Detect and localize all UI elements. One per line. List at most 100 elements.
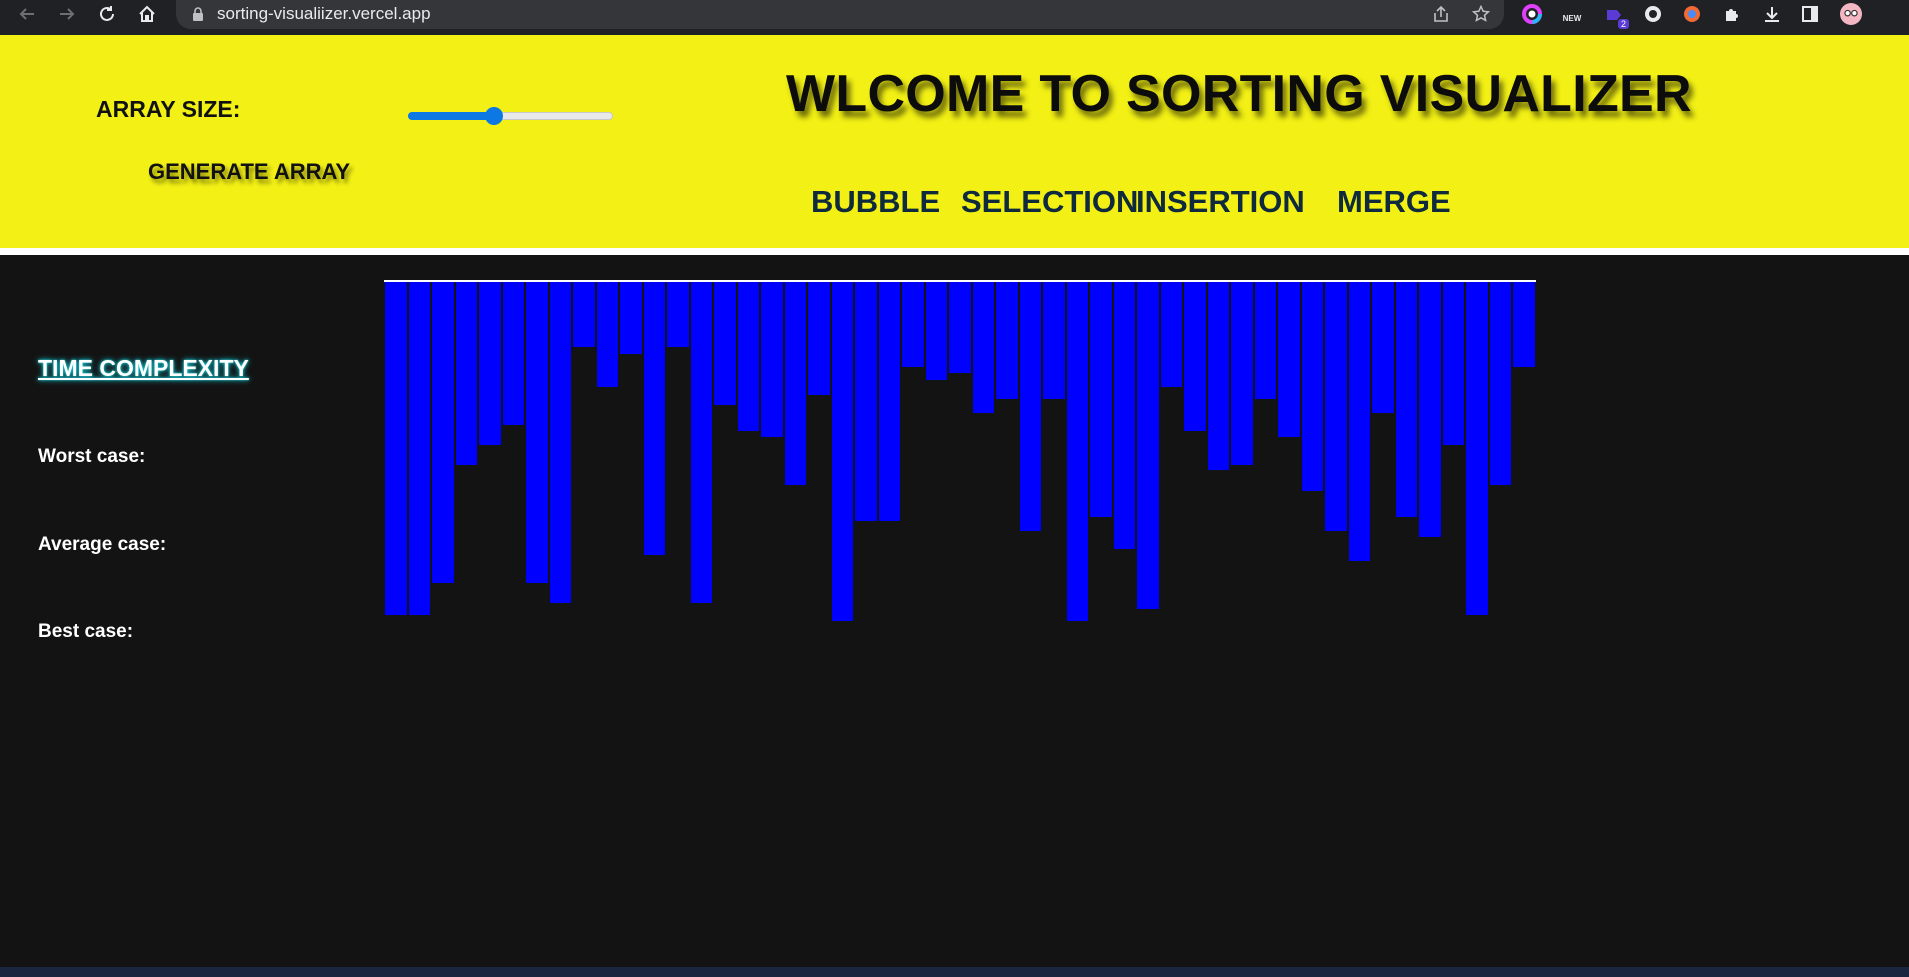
extensions-menu-button[interactable] [1721,3,1743,25]
extension-count-badge: 2 [1617,19,1629,29]
array-bar [1301,282,1324,491]
share-button[interactable] [1429,2,1453,26]
side-panel-icon [1802,6,1818,22]
array-bar [479,282,501,445]
array-bar [949,282,971,373]
new-badge-text: NEW [1562,13,1582,23]
array-bar [1113,282,1136,549]
array-bar [925,282,948,380]
array-bar [455,282,478,465]
worst-case-label: Worst case: [38,446,146,467]
array-bar [761,282,783,437]
os-taskbar [0,967,1909,977]
address-bar[interactable]: sorting-visualiizer.vercel.app [176,0,1504,29]
time-complexity-heading: TIME COMPLEXITY [38,355,249,381]
home-icon [139,5,155,22]
array-bar [1278,282,1300,437]
best-case-label: Best case: [38,621,134,642]
url-text[interactable]: sorting-visualiizer.vercel.app [217,4,431,24]
array-bar [1348,282,1371,561]
array-bar [1325,282,1347,531]
array-bar [1489,282,1512,485]
array-bar [1184,282,1206,431]
star-icon [1472,5,1490,22]
array-bar [1254,282,1277,399]
generate-array-button[interactable]: GENERATE ARRAY [148,159,350,185]
circle-icon [1645,6,1661,22]
extension-new[interactable]: NEW [1561,3,1583,25]
array-bar [1419,282,1441,537]
array-bar [408,282,430,615]
array-bar [1513,282,1535,367]
home-button[interactable] [132,0,162,27]
back-arrow-icon [19,7,34,20]
array-bar [878,282,901,521]
array-bars-container [384,280,1536,640]
forward-arrow-icon [60,7,75,20]
array-size-label: ARRAY SIZE: [96,96,241,122]
avatar-icon [1840,3,1862,25]
side-panel-button[interactable] [1799,3,1821,25]
forward-button[interactable] [52,0,82,27]
array-bar [1231,282,1253,465]
array-bar [643,282,666,555]
array-bar [1090,282,1112,517]
array-bar [1395,282,1418,517]
lock-icon [193,7,203,21]
array-bar [502,282,525,425]
array-bar [714,282,736,405]
extension-orange[interactable] [1681,3,1703,25]
array-bar [902,282,924,367]
array-bar [831,282,854,621]
puzzle-icon [1726,9,1738,21]
page-title: WLCOME TO SORTING VISUALIZER [786,65,1692,123]
array-bar [737,282,760,431]
slider-thumb[interactable] [485,107,504,125]
array-bar [596,282,619,387]
extension-circle[interactable] [1642,3,1664,25]
downloads-button[interactable] [1761,3,1783,25]
average-case-label: Average case: [38,534,167,555]
share-icon [1434,5,1448,22]
slider-fill [408,112,495,120]
array-bar [1466,282,1488,615]
profile-avatar[interactable] [1840,3,1862,25]
array-bar [385,282,407,615]
array-bar [808,282,830,395]
reload-icon [100,5,114,21]
eye-dropper-icon [1684,6,1700,22]
array-bar [1019,282,1042,531]
bubble-sort-button[interactable]: BUBBLE [811,184,940,220]
insertion-sort-button[interactable]: INSERTION [1136,184,1305,220]
array-bar [1372,282,1394,413]
array-size-slider[interactable] [408,107,613,125]
array-bar [784,282,807,485]
array-bar [972,282,995,413]
selection-sort-button[interactable]: SELECTION [961,184,1138,220]
array-bar [620,282,642,354]
bookmark-button[interactable] [1469,2,1493,26]
array-bar [1160,282,1183,387]
colorwheel-icon [1522,4,1542,24]
array-bar [690,282,713,603]
browser-toolbar: sorting-visualiizer.vercel.app NEW 2 [0,0,1909,35]
back-button[interactable] [12,0,42,27]
extension-purple[interactable]: 2 [1603,3,1629,29]
array-bar [1442,282,1465,445]
array-bar [432,282,454,583]
reload-button[interactable] [92,0,122,27]
array-bar [996,282,1018,399]
array-bar [1137,282,1159,609]
array-bar [549,282,572,603]
header-divider [0,248,1909,255]
merge-sort-button[interactable]: MERGE [1337,184,1451,220]
array-bar [1043,282,1065,399]
array-bar [855,282,877,521]
array-bar [573,282,595,347]
extension-colorzilla[interactable] [1521,3,1543,25]
array-bar [1207,282,1230,470]
download-icon [1765,7,1779,22]
array-bar [1066,282,1089,621]
array-bar [526,282,548,583]
array-bar [667,282,689,347]
